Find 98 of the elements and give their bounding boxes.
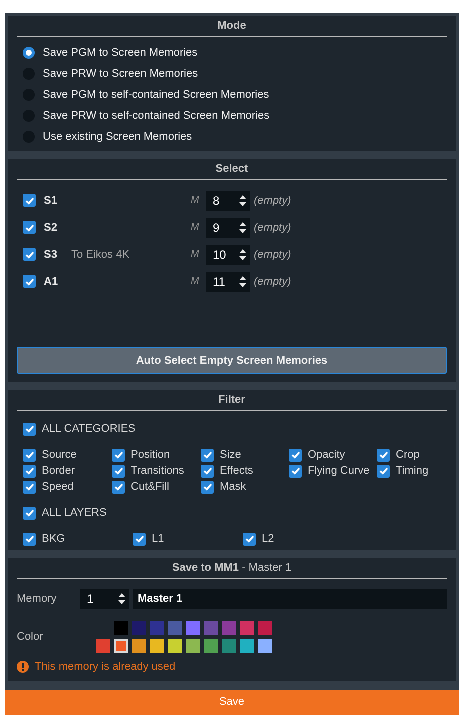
color-swatch[interactable] — [222, 620, 236, 635]
checkbox[interactable] — [112, 448, 125, 462]
memory-prefix: M — [191, 222, 200, 233]
checkbox-label: BKG — [42, 533, 66, 545]
warning-icon — [17, 660, 29, 673]
section-title: Mode — [17, 20, 447, 37]
checkbox[interactable] — [201, 480, 214, 494]
color-swatch[interactable] — [186, 638, 200, 653]
memory-prefix: M — [191, 195, 200, 206]
color-swatch[interactable] — [150, 620, 164, 635]
checkbox-label: Position — [131, 449, 170, 461]
screen-name: S3 — [44, 248, 58, 260]
radio-label: Use existing Screen Memories — [43, 130, 192, 142]
section-title: Save to MM1 - Master 1 — [17, 562, 447, 579]
memory-status: (empty) — [254, 248, 292, 260]
color-swatch[interactable] — [114, 620, 128, 635]
memory-number-spinner[interactable]: 1 — [80, 588, 129, 609]
memory-prefix: M — [191, 249, 200, 260]
checkbox-label: Mask — [220, 481, 246, 493]
memory-spinner[interactable]: 8 — [206, 190, 250, 210]
spinner-arrows-icon[interactable] — [239, 222, 247, 234]
checkbox-label: Crop — [396, 449, 420, 461]
checkbox[interactable] — [23, 448, 36, 462]
checkbox[interactable] — [201, 464, 214, 478]
color-swatch[interactable] — [168, 638, 182, 653]
checkbox[interactable] — [377, 448, 390, 462]
checkbox-label: Timing — [396, 465, 429, 477]
checkbox[interactable] — [23, 194, 36, 207]
radio-label: Save PGM to self-contained Screen Memories — [43, 88, 270, 100]
checkbox-label: Transitions — [131, 465, 184, 477]
checkbox-label: Opacity — [308, 449, 346, 461]
color-swatch[interactable] — [114, 638, 128, 653]
checkbox-label: Size — [220, 449, 242, 461]
checkbox[interactable] — [23, 422, 36, 436]
memory-spinner[interactable]: 9 — [206, 218, 250, 238]
checkbox[interactable] — [112, 464, 125, 478]
color-swatch[interactable] — [258, 638, 272, 653]
checkbox[interactable] — [243, 532, 256, 546]
checkbox[interactable] — [112, 480, 125, 494]
section-title: Filter — [17, 394, 447, 411]
radio-button[interactable] — [23, 46, 35, 58]
checkbox[interactable] — [289, 464, 302, 478]
color-swatch[interactable] — [132, 620, 146, 635]
checkbox[interactable] — [23, 221, 36, 234]
checkbox-label: Effects — [220, 465, 254, 477]
screen-name: S2 — [44, 222, 58, 234]
checkbox-label: Speed — [42, 481, 74, 493]
warning-message: This memory is already used — [35, 660, 176, 673]
memory-prefix: M — [191, 276, 200, 287]
color-swatch[interactable] — [258, 620, 272, 635]
color-swatch[interactable] — [168, 620, 182, 635]
checkbox[interactable] — [23, 275, 36, 288]
color-swatch[interactable] — [132, 638, 146, 653]
checkbox-label: ALL LAYERS — [42, 507, 107, 519]
checkbox[interactable] — [23, 480, 36, 494]
checkbox[interactable] — [289, 448, 302, 462]
color-swatch[interactable] — [96, 638, 110, 653]
checkbox-label: ALL CATEGORIES — [42, 423, 136, 435]
checkbox-label: Border — [42, 465, 76, 477]
memory-spinner[interactable]: 11 — [206, 272, 250, 292]
color-label: Color — [17, 630, 44, 643]
checkbox[interactable] — [201, 448, 214, 462]
checkbox[interactable] — [133, 532, 146, 546]
color-swatch[interactable] — [222, 638, 236, 653]
color-swatch[interactable] — [204, 638, 218, 653]
memory-name-field[interactable]: Master 1 — [133, 588, 447, 609]
checkbox[interactable] — [23, 506, 36, 520]
checkbox-label: Cut&Fill — [131, 481, 170, 493]
screen-name: S1 — [44, 194, 58, 206]
radio-label: Save PRW to Screen Memories — [43, 68, 198, 80]
memory-label: Memory — [17, 592, 58, 605]
checkbox-label: Source — [42, 449, 77, 461]
memory-status: (empty) — [254, 276, 292, 288]
spinner-arrows-icon[interactable] — [239, 248, 247, 260]
memory-status: (empty) — [254, 194, 292, 206]
section-title: Select — [17, 163, 447, 180]
checkbox[interactable] — [23, 248, 36, 261]
auto-select-button[interactable]: Auto Select Empty Screen Memories — [17, 347, 447, 374]
radio-label: Save PGM to Screen Memories — [43, 46, 198, 58]
spinner-arrows-icon[interactable] — [118, 592, 126, 605]
screen-name: A1 — [44, 276, 58, 288]
checkbox[interactable] — [23, 464, 36, 478]
color-swatch[interactable] — [204, 620, 218, 635]
checkbox-label: L2 — [262, 533, 274, 545]
memory-status: (empty) — [254, 222, 292, 234]
screen-note: To Eikos 4K — [71, 248, 130, 260]
color-swatch[interactable] — [150, 638, 164, 653]
checkbox-label: Flying Curve — [308, 465, 370, 477]
checkbox[interactable] — [377, 464, 390, 478]
radio-label: Save PRW to self-contained Screen Memories — [43, 110, 270, 122]
color-swatch[interactable] — [240, 620, 254, 635]
checkbox-label: L1 — [152, 533, 164, 545]
memory-spinner[interactable]: 10 — [206, 244, 250, 264]
spinner-arrows-icon[interactable] — [239, 194, 247, 206]
checkbox[interactable] — [23, 532, 36, 546]
color-swatch[interactable] — [240, 638, 254, 653]
spinner-arrows-icon[interactable] — [239, 276, 247, 288]
color-swatch[interactable] — [186, 620, 200, 635]
